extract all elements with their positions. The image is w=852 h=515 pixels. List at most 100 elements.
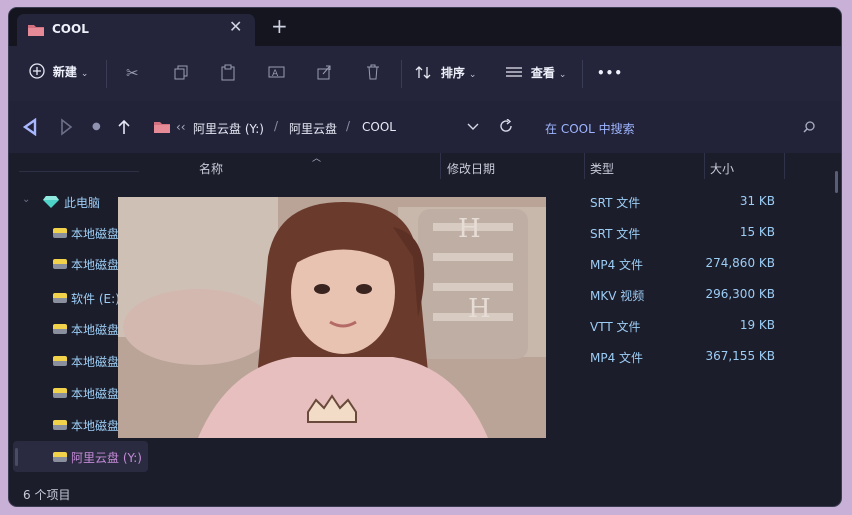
sidebar-item-label: 软件 (E:): [71, 292, 120, 306]
drive-icon: [53, 228, 67, 238]
column-divider[interactable]: [784, 153, 785, 179]
view-icon: [506, 67, 522, 77]
svg-text:A: A: [272, 69, 279, 79]
svg-text:H: H: [468, 294, 491, 324]
sidebar-item-label: 本地磁盘: [71, 419, 120, 433]
tab-title: COOL: [52, 22, 89, 36]
file-size: 296,300 KB: [705, 287, 775, 301]
copy-icon[interactable]: [173, 64, 189, 84]
column-divider[interactable]: [440, 153, 441, 179]
cut-icon[interactable]: ✂: [126, 64, 139, 82]
chevron-down-icon: ⌄: [558, 70, 567, 80]
toolbar-divider: [582, 60, 583, 88]
column-date[interactable]: 修改日期: [447, 160, 495, 177]
file-type: SRT 文件: [590, 227, 641, 241]
sort-label: 排序: [440, 66, 465, 80]
search-icon[interactable]: [803, 121, 815, 136]
new-label: 新建: [52, 65, 77, 79]
file-row[interactable]: SRT 文件 31 KB: [579, 189, 799, 215]
sidebar-item-label: 此电脑: [64, 196, 101, 210]
item-count: 6 个项目: [23, 488, 71, 502]
chevron-down-icon: ⌄: [468, 70, 477, 80]
view-button[interactable]: 查看 ⌄: [505, 64, 566, 81]
drive-icon: [53, 388, 67, 398]
sidebar-item-label: 本地磁盘: [71, 258, 120, 272]
file-row[interactable]: SRT 文件 15 KB: [579, 220, 799, 246]
toolbar: 新建 ⌄ ✂ A 排序 ⌄ 查看 ⌄ •••: [9, 46, 841, 102]
scrollbar-thumb[interactable]: [835, 171, 838, 193]
tab-cool[interactable]: COOL ✕: [17, 14, 255, 46]
breadcrumb-drive[interactable]: 阿里云盘 (Y:): [193, 120, 264, 137]
file-type: MP4 文件: [590, 351, 644, 365]
search-input[interactable]: 在 COOL 中搜索: [545, 120, 635, 137]
forward-icon[interactable]: [60, 118, 74, 140]
back-icon[interactable]: [22, 117, 38, 140]
file-type: VTT 文件: [590, 320, 641, 334]
refresh-icon[interactable]: [499, 118, 513, 136]
plus-circle-icon: [29, 63, 45, 79]
breadcrumb-separator: /: [346, 119, 351, 133]
sort-indicator-icon: ︿: [312, 154, 322, 164]
file-size: 31 KB: [739, 194, 775, 208]
drive-icon: [53, 356, 67, 366]
new-tab-button[interactable]: +: [271, 14, 288, 38]
folder-icon: [153, 120, 171, 137]
video-preview-thumbnail: H H: [118, 197, 546, 438]
file-row[interactable]: MP4 文件 274,860 KB: [579, 251, 799, 277]
sidebar-item-label: 本地磁盘: [71, 387, 120, 401]
delete-icon[interactable]: [365, 64, 381, 84]
paste-icon[interactable]: [220, 64, 236, 85]
sidebar-item-label: 本地磁盘: [71, 355, 120, 369]
sort-icon: [415, 66, 431, 79]
breadcrumb-current[interactable]: COOL: [362, 120, 396, 134]
column-size[interactable]: 大小: [710, 160, 734, 177]
sidebar-divider: [19, 171, 139, 172]
breadcrumb-folder[interactable]: 阿里云盘: [289, 120, 337, 137]
file-size: 19 KB: [739, 318, 775, 332]
column-name[interactable]: 名称: [199, 160, 223, 177]
file-row[interactable]: MP4 文件 367,155 KB: [579, 344, 799, 370]
column-type[interactable]: 类型: [590, 160, 614, 177]
up-icon[interactable]: [116, 118, 132, 140]
sidebar-item-label: 本地磁盘: [71, 227, 120, 241]
sort-button[interactable]: 排序 ⌄: [415, 64, 476, 81]
file-type: MKV 视频: [590, 289, 645, 303]
column-divider[interactable]: [584, 153, 585, 179]
rename-icon[interactable]: A: [268, 64, 286, 84]
view-label: 查看: [530, 66, 555, 80]
new-button[interactable]: 新建 ⌄: [29, 63, 88, 80]
folder-icon: [27, 23, 45, 40]
svg-text:H: H: [458, 214, 481, 244]
drive-icon: [53, 452, 67, 462]
tab-close-icon[interactable]: ✕: [229, 17, 242, 36]
pc-gem-icon: [43, 195, 59, 212]
sidebar-item-aliyun-y[interactable]: 阿里云盘 (Y:): [13, 441, 148, 472]
drive-icon: [53, 324, 67, 334]
file-size: 367,155 KB: [705, 349, 775, 363]
breadcrumb-separator: /: [274, 119, 279, 133]
tab-bar: COOL ✕ +: [9, 8, 841, 46]
chevron-down-icon[interactable]: ⌄: [22, 194, 30, 205]
sidebar-item-label: 本地磁盘: [71, 323, 120, 337]
sidebar-item-label: 阿里云盘 (Y:): [71, 451, 142, 465]
file-type: SRT 文件: [590, 196, 641, 210]
drive-icon: [53, 293, 67, 303]
file-size: 15 KB: [739, 225, 775, 239]
address-dropdown-icon[interactable]: [467, 121, 479, 135]
selection-indicator: [15, 448, 18, 466]
file-size: 274,860 KB: [705, 256, 775, 270]
share-icon[interactable]: [316, 64, 332, 84]
file-row[interactable]: VTT 文件 19 KB: [579, 313, 799, 339]
file-row[interactable]: MKV 视频 296,300 KB: [579, 282, 799, 308]
recent-dot-icon[interactable]: ●: [92, 121, 101, 132]
breadcrumb-overflow[interactable]: ‹‹: [176, 120, 186, 134]
address-bar: ● ‹‹ 阿里云盘 (Y:) / 阿里云盘 / COOL 在 COOL 中搜索: [9, 101, 841, 153]
more-options-icon[interactable]: •••: [597, 66, 623, 80]
drive-icon: [53, 420, 67, 430]
drive-icon: [53, 259, 67, 269]
toolbar-divider: [401, 60, 402, 88]
file-type: MP4 文件: [590, 258, 644, 272]
column-divider[interactable]: [704, 153, 705, 179]
chevron-down-icon: ⌄: [80, 69, 89, 79]
toolbar-divider: [106, 60, 107, 88]
